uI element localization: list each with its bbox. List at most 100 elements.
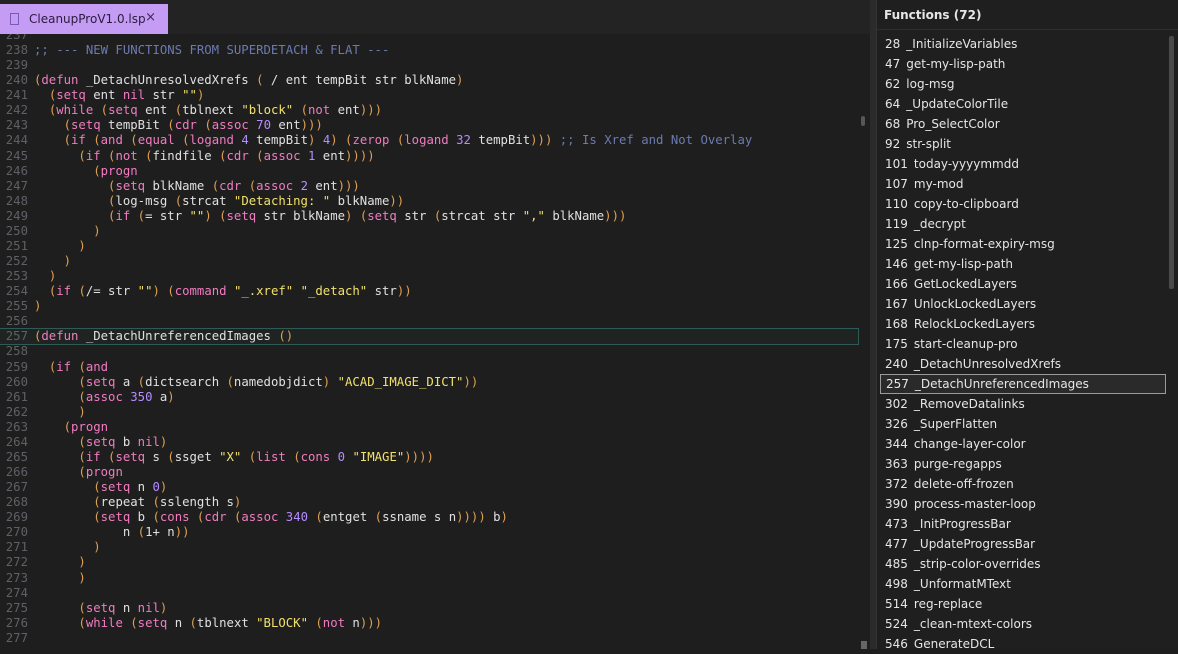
code-line[interactable]: 275 (setq n nil) [0, 601, 858, 616]
code-text: (if (/= str "") (command "_.xref" "_deta… [48, 284, 412, 299]
code-line[interactable]: 238 ;; --- NEW FUNCTIONS FROM SUPERDETACH… [0, 43, 858, 58]
code-line[interactable]: 248 (log-msg (strcat "Detaching: " blkNa… [0, 194, 858, 209]
code-editor[interactable]: 237 238 ;; --- NEW FUNCTIONS FROM SUPERDET… [0, 34, 870, 649]
code-line[interactable]: 261 (assoc 350 a) [0, 390, 858, 405]
function-list-item[interactable]: 125 clnp-format-expiry-msg [880, 234, 1166, 254]
line-number: 274 [5, 585, 28, 600]
code-line[interactable]: 274 [0, 586, 858, 601]
function-list-item[interactable]: 64 _UpdateColorTile [880, 94, 1166, 114]
function-list-item[interactable]: 146 get-my-lisp-path [880, 254, 1166, 274]
code-line[interactable]: 257 (defun _DetachUnreferencedImages () [0, 328, 859, 346]
code-text: ) [78, 404, 86, 419]
function-list-item[interactable]: 372 delete-off-frozen [880, 474, 1166, 494]
editor-scrollbar-marker[interactable] [861, 116, 865, 126]
code-line[interactable]: 239 [0, 58, 858, 73]
functions-scrollbar[interactable] [1169, 36, 1174, 289]
function-line-number: 101 [885, 157, 908, 171]
code-line[interactable]: 268 (repeat (sslength s) [0, 495, 858, 510]
function-list-item[interactable]: 47 get-my-lisp-path [880, 54, 1166, 74]
function-list-item[interactable]: 514 reg-replace [880, 594, 1166, 614]
function-list-item[interactable]: 175 start-cleanup-pro [880, 334, 1166, 354]
code-text: (progn [78, 465, 123, 480]
code-line[interactable]: 240 (defun _DetachUnresolvedXrefs ( / ent… [0, 73, 858, 88]
code-line[interactable]: 270 n (1+ n)) [0, 525, 858, 540]
code-line[interactable]: 262 ) [0, 405, 858, 420]
editor-scrollbar-thumb[interactable] [861, 641, 867, 649]
code-line[interactable]: 249 (if (= str "") (setq str blkName) (s… [0, 209, 858, 224]
function-list-item[interactable]: 326 _SuperFlatten [880, 414, 1166, 434]
function-name: today-yyyymmdd [913, 157, 1019, 171]
function-list-item[interactable]: 390 process-master-loop [880, 494, 1166, 514]
function-list-item[interactable]: 107 my-mod [880, 174, 1166, 194]
code-line[interactable]: 276 (while (setq n (tblnext "BLOCK" (not… [0, 616, 858, 631]
code-line[interactable]: 253 ) [0, 269, 858, 284]
code-line[interactable]: 258 [0, 344, 858, 359]
code-line[interactable]: 247 (setq blkName (cdr (assoc 2 ent))) [0, 179, 858, 194]
function-name: delete-off-frozen [913, 477, 1014, 491]
function-list-item[interactable]: 168 RelockLockedLayers [880, 314, 1166, 334]
function-list-item[interactable]: 546 GenerateDCL [880, 634, 1166, 654]
function-line-number: 390 [885, 497, 908, 511]
code-line[interactable]: 237 [0, 34, 858, 43]
code-text: (setq blkName (cdr (assoc 2 ent))) [108, 178, 360, 193]
function-line-number: 498 [885, 577, 908, 591]
function-list-item[interactable]: 68 Pro_SelectColor [880, 114, 1166, 134]
code-line[interactable]: 252 ) [0, 254, 858, 269]
code-text: (setq n nil) [78, 600, 168, 615]
function-list-item[interactable]: 498 _UnformatMText [880, 574, 1166, 594]
function-list-item[interactable]: 167 UnlockLockedLayers [880, 294, 1166, 314]
function-list-item[interactable]: 524 _clean-mtext-colors [880, 614, 1166, 634]
code-line[interactable]: 265 (if (setq s (ssget "X" (list (cons 0… [0, 450, 858, 465]
code-line[interactable]: 272 ) [0, 555, 858, 570]
code-line[interactable]: 255) [0, 299, 858, 314]
code-line[interactable]: 254 (if (/= str "") (command "_.xref" "_… [0, 284, 858, 299]
code-text: (setq tempBit (cdr (assoc 70 ent))) [63, 118, 323, 133]
code-line[interactable]: 259 (if (and [0, 360, 858, 375]
function-list-item[interactable]: 344 change-layer-color [880, 434, 1166, 454]
function-list-item[interactable]: 62 log-msg [880, 74, 1166, 94]
code-line[interactable]: 246 (progn [0, 164, 858, 179]
file-tab[interactable]: CleanupProV1.0.lsp × [0, 4, 168, 34]
code-text: (while (setq n (tblnext "BLOCK" (not n))… [78, 615, 383, 630]
close-tab-icon[interactable]: × [145, 10, 156, 25]
function-list-item[interactable]: 166 GetLockedLayers [880, 274, 1166, 294]
code-line[interactable]: 245 (if (not (findfile (cdr (assoc 1 ent… [0, 149, 858, 164]
code-line[interactable]: 260 (setq a (dictsearch (namedobjdict) "… [0, 375, 858, 390]
function-list-item[interactable]: 119 _decrypt [880, 214, 1166, 234]
function-list-item[interactable]: 477 _UpdateProgressBar [880, 534, 1166, 554]
code-line[interactable]: 267 (setq n 0) [0, 480, 858, 495]
code-line[interactable]: 251 ) [0, 239, 858, 254]
code-line[interactable]: 250 ) [0, 224, 858, 239]
line-number: 241 [5, 88, 28, 103]
code-line[interactable]: 242 (while (setq ent (tblnext "block" (n… [0, 103, 858, 118]
code-line[interactable]: 266 (progn [0, 465, 858, 480]
function-name: get-my-lisp-path [906, 57, 1006, 71]
code-line[interactable]: 273 ) [0, 571, 858, 586]
function-list-item[interactable]: 257 _DetachUnreferencedImages [880, 374, 1166, 394]
line-number: 275 [5, 600, 28, 615]
code-text: (setq n 0) [93, 480, 168, 495]
code-line[interactable]: 264 (setq b nil) [0, 435, 858, 450]
code-line[interactable]: 271 ) [0, 540, 858, 555]
code-line[interactable]: 256 [0, 314, 858, 329]
function-list-item[interactable]: 28 _InitializeVariables [880, 34, 1166, 54]
function-list-item[interactable]: 473 _InitProgressBar [880, 514, 1166, 534]
function-list-item[interactable]: 240 _DetachUnresolvedXrefs [880, 354, 1166, 374]
code-line[interactable]: 243 (setq tempBit (cdr (assoc 70 ent))) [0, 118, 858, 133]
code-line[interactable]: 241 (setq ent nil str "") [0, 88, 858, 103]
function-list-item[interactable]: 92 str-split [880, 134, 1166, 154]
line-number: 243 [5, 118, 28, 133]
line-number: 256 [5, 314, 28, 329]
function-list-item[interactable]: 302 _RemoveDatalinks [880, 394, 1166, 414]
code-line[interactable]: 269 (setq b (cons (cdr (assoc 340 (entge… [0, 510, 858, 525]
function-list-item[interactable]: 485 _strip-color-overrides [880, 554, 1166, 574]
code-line[interactable]: 263 (progn [0, 420, 858, 435]
function-list-item[interactable]: 363 purge-regapps [880, 454, 1166, 474]
code-line[interactable]: 277 [0, 631, 858, 646]
line-number: 252 [5, 254, 28, 269]
code-line[interactable]: 244 (if (and (equal (logand 4 tempBit) 4… [0, 133, 858, 148]
function-name: _strip-color-overrides [913, 557, 1041, 571]
function-list-item[interactable]: 101 today-yyyymmdd [880, 154, 1166, 174]
function-name: change-layer-color [913, 437, 1026, 451]
function-list-item[interactable]: 110 copy-to-clipboard [880, 194, 1166, 214]
